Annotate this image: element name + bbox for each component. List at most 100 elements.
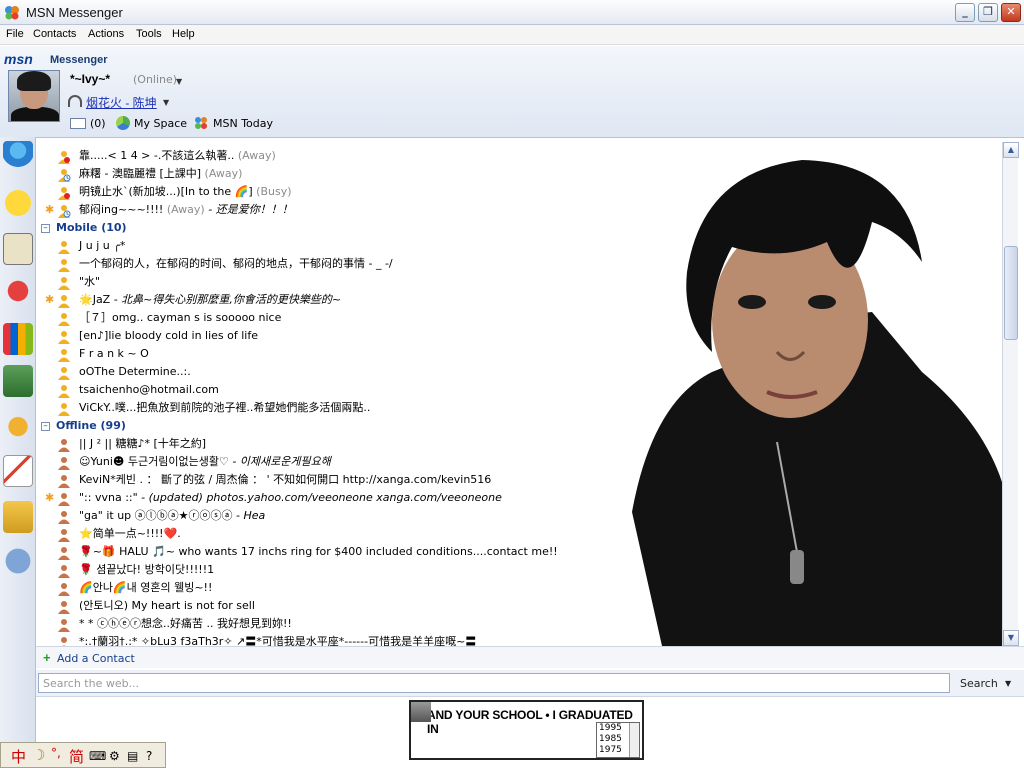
contact-item[interactable]: 麻糬 - 澳臨麗禮 [上課中] (Away) xyxy=(36,165,996,183)
display-name[interactable]: *~Ivy~* xyxy=(70,72,110,86)
offline-buddy-icon xyxy=(57,528,71,542)
ime-help-icon[interactable]: ? xyxy=(146,749,152,763)
maximize-button[interactable]: ❐ xyxy=(978,3,998,22)
my-space-link[interactable]: My Space xyxy=(134,117,187,130)
tab-heart-icon[interactable] xyxy=(3,275,33,307)
contact-item[interactable]: 🌈안나🌈내 영혼의 웰빙~!! xyxy=(36,579,996,597)
menu-actions[interactable]: Actions xyxy=(88,28,124,40)
tab-shopping-icon[interactable] xyxy=(3,501,33,533)
ime-chinese-button[interactable]: 中 xyxy=(11,746,26,767)
menu-contacts[interactable]: Contacts xyxy=(33,28,76,40)
new-activity-icon: ✱ xyxy=(45,293,55,306)
status-dropdown-icon[interactable]: ▼ xyxy=(176,77,182,86)
contact-display-name: || J ² || 糖糖♪* [十年之約] xyxy=(79,437,207,450)
offline-buddy-icon xyxy=(57,582,71,596)
mail-icon[interactable] xyxy=(70,118,86,129)
group-header[interactable]: – Mobile (10) xyxy=(36,219,996,237)
contact-item[interactable]: [en♪]lie bloody cold in lies of life xyxy=(36,327,996,345)
ime-simplified-button[interactable]: 简 xyxy=(69,746,84,767)
contact-item[interactable]: tsaichenho@hotmail.com xyxy=(36,381,996,399)
graduation-year-list[interactable]: 1995 1985 1975 xyxy=(596,722,640,758)
tab-jobs-icon[interactable] xyxy=(3,365,33,397)
ime-config-icon[interactable]: ▤ xyxy=(127,749,138,763)
search-button[interactable]: Search xyxy=(960,677,998,690)
contact-item[interactable]: KeviN*케빈 . ： 斷了的弦 / 周杰倫 ： ' 不知如何開口 http:… xyxy=(36,471,996,489)
collapse-icon[interactable]: – xyxy=(41,422,50,431)
contact-item[interactable]: ⭐简单一点~!!!!❤️. xyxy=(36,525,996,543)
mail-count[interactable]: (0) xyxy=(90,117,106,130)
contact-item[interactable]: ✱ 🌟JaZ - 北鼻~得失心别那麼重,你會活的更快樂些的~ xyxy=(36,291,996,309)
status-text[interactable]: (Online) xyxy=(133,73,177,86)
ime-moon-icon[interactable]: ☽ xyxy=(32,746,45,764)
scroll-down-icon[interactable]: ▼ xyxy=(1003,630,1019,646)
contact-item[interactable]: "水" xyxy=(36,273,996,291)
group-header[interactable]: – Offline (99) xyxy=(36,417,996,435)
scroll-thumb[interactable] xyxy=(1004,246,1018,340)
contact-name: ":: vvna ::" - (updated) photos.yahoo.co… xyxy=(79,489,502,507)
banner-ad[interactable]: AND YOUR SCHOOL • I GRADUATED IN 1995 19… xyxy=(409,700,644,760)
contact-item[interactable]: F r a n k ~ O xyxy=(36,345,996,363)
tab-emoticon-icon[interactable] xyxy=(3,187,33,219)
buddy-icon xyxy=(57,384,71,398)
now-playing-link[interactable]: 烟花火 - 陈坤 xyxy=(86,94,157,111)
ime-punct-icon[interactable]: °, xyxy=(51,746,61,760)
contact-item[interactable]: 🌹~🎁 HALU 🎵~ who wants 17 inchs ring for … xyxy=(36,543,996,561)
collapse-icon[interactable]: – xyxy=(41,224,50,233)
close-button[interactable]: ✕ xyxy=(1001,3,1021,22)
ime-tool-icon[interactable]: ⚙ xyxy=(109,749,120,763)
contact-item[interactable]: *:.†蘭羽†.:* ✧bLu3 f3aTh3r✧ ↗〓*可惜我是水平座*---… xyxy=(36,633,996,646)
menu-tools[interactable]: Tools xyxy=(136,28,162,40)
contact-item[interactable]: ［７］omg.. cayman s is sooooo nice xyxy=(36,309,996,327)
add-contact-link[interactable]: Add a Contact xyxy=(57,652,135,665)
contact-item[interactable]: 明镜止水`(新加坡...)[In to the 🌈] (Busy) xyxy=(36,183,996,201)
offline-buddy-icon xyxy=(57,564,71,578)
tab-bell-icon[interactable] xyxy=(3,409,33,441)
contact-item[interactable]: ViCkY..噗...把魚放到前院的池子裡..希望她們能多活個兩點.. xyxy=(36,399,996,417)
msn-today-icon[interactable] xyxy=(194,116,208,130)
msn-today-link[interactable]: MSN Today xyxy=(213,117,273,130)
contact-name: || J ² || 糖糖♪* [十年之約] xyxy=(79,435,206,453)
offline-buddy-icon xyxy=(57,474,71,488)
contact-list-scrollbar[interactable]: ▲ ▼ xyxy=(1002,142,1019,646)
ime-keyboard-icon[interactable]: ⌨ xyxy=(89,749,106,763)
new-activity-icon: ✱ xyxy=(45,203,55,216)
tab-stocks-icon[interactable] xyxy=(3,455,33,487)
buddy-icon xyxy=(57,330,71,344)
contact-display-name: ⭐简单一点~!!!!❤️. xyxy=(79,527,181,540)
tab-yellow-pages-icon[interactable] xyxy=(3,233,33,265)
music-dropdown-icon[interactable]: ▼ xyxy=(163,98,169,107)
search-dropdown-icon[interactable]: ▼ xyxy=(1005,679,1011,688)
year-list-scrollbar[interactable] xyxy=(629,723,639,757)
title-bar: MSN Messenger _ ❐ ✕ xyxy=(0,0,1024,25)
tab-help-icon[interactable] xyxy=(3,545,33,577)
offline-buddy-icon xyxy=(57,636,71,646)
contact-item[interactable]: oOThe Determine..:. xyxy=(36,363,996,381)
contact-item[interactable]: 🌹 셤끝났다! 방학이닷!!!!!1 xyxy=(36,561,996,579)
add-contact-bar[interactable]: + Add a Contact xyxy=(36,646,1024,668)
my-space-icon[interactable] xyxy=(116,116,130,130)
contact-item[interactable]: ☺Yuni☻ 두근거림이없는생활♡ - 이제새로운게필요해 xyxy=(36,453,996,471)
contact-item[interactable]: * * ⓒⓗⓔⓡ想念..好痛苦 .. 我好想見到妳!! xyxy=(36,615,996,633)
contact-item[interactable]: 一个郁闷的人，在郁闷的时间、郁闷的地点，干郁闷的事情 - _ -/ xyxy=(36,255,996,273)
contact-display-name: "水" xyxy=(79,275,101,288)
contact-item[interactable]: "ga" it up ⓐⓛⓑⓐ★ⓡⓞⓢⓐ - Hea xyxy=(36,507,996,525)
tab-contacts-icon[interactable] xyxy=(3,141,33,173)
scroll-up-icon[interactable]: ▲ xyxy=(1003,142,1019,158)
ime-toolbar: 中 ☽ °, 简 ⌨ ⚙ ▤ ? xyxy=(0,742,166,768)
avatar[interactable] xyxy=(8,70,60,122)
contact-item[interactable]: 靠.....< 1 4 > -.不該這么執著.. (Away) xyxy=(36,147,996,165)
contact-display-name: [en♪]lie bloody cold in lies of life xyxy=(79,329,259,342)
contact-name: 🌟JaZ - 北鼻~得失心别那麼重,你會活的更快樂些的~ xyxy=(79,291,341,309)
minimize-button[interactable]: _ xyxy=(955,3,975,22)
contact-item[interactable]: ✱ ":: vvna ::" - (updated) photos.yahoo.c… xyxy=(36,489,996,507)
contact-item[interactable]: (안토니오) My heart is not for sell xyxy=(36,597,996,615)
tab-ebay-icon[interactable] xyxy=(3,323,33,355)
contact-item[interactable]: J u j u ╭* xyxy=(36,237,996,255)
offline-buddy-icon xyxy=(57,546,71,560)
contact-item[interactable]: || J ² || 糖糖♪* [十年之約] xyxy=(36,435,996,453)
search-input[interactable] xyxy=(38,673,950,693)
contact-item[interactable]: ✱ 郁闷ing~~~!!!! (Away) - 还是爱你！！！ xyxy=(36,201,996,219)
menu-help[interactable]: Help xyxy=(172,28,195,40)
menu-file[interactable]: File xyxy=(6,28,24,40)
buddy-icon xyxy=(57,312,71,326)
